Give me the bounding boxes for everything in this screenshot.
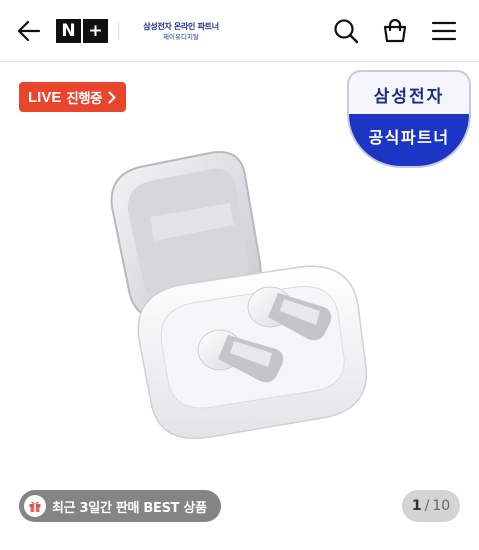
image-pager: 1 / 10: [402, 490, 460, 522]
menu-button[interactable]: [427, 14, 461, 48]
search-button[interactable]: [329, 14, 363, 48]
best-seller-chip: 최근 3일간 판매 BEST 상품: [19, 490, 221, 522]
hamburger-menu-icon: [431, 21, 457, 41]
nplus-logo[interactable]: N +: [56, 19, 108, 43]
top-header: N + 삼성전자 온라인 파트너 제이유디지탈: [0, 0, 479, 62]
live-word: LIVE: [28, 88, 62, 106]
back-button[interactable]: [12, 14, 46, 48]
store-name-line2: 제이유디지탈: [163, 33, 199, 41]
gift-icon: [24, 495, 46, 517]
pager-total: 10: [432, 498, 451, 514]
chevron-right-icon: [108, 91, 116, 104]
live-badge[interactable]: LIVE 진행중: [19, 82, 127, 112]
logo-n: N: [56, 19, 81, 43]
live-status: 진행중: [66, 91, 103, 107]
back-arrow-icon: [17, 20, 41, 42]
seal-top-text: 삼성전자: [347, 70, 471, 116]
earbuds-product-image: [110, 151, 368, 440]
best-chip-label: 최근 3일간 판매 BEST 상품: [52, 500, 207, 516]
cart-button[interactable]: [378, 14, 412, 48]
logo-divider: [118, 22, 119, 40]
logo-plus: +: [83, 19, 108, 43]
store-name-line1: 삼성전자 온라인 파트너: [143, 22, 219, 31]
search-icon: [334, 19, 359, 44]
shopping-bag-icon: [383, 18, 407, 43]
store-name[interactable]: 삼성전자 온라인 파트너 제이유디지탈: [126, 21, 236, 42]
pager-current: 1: [411, 498, 422, 514]
pager-separator: /: [424, 498, 430, 514]
